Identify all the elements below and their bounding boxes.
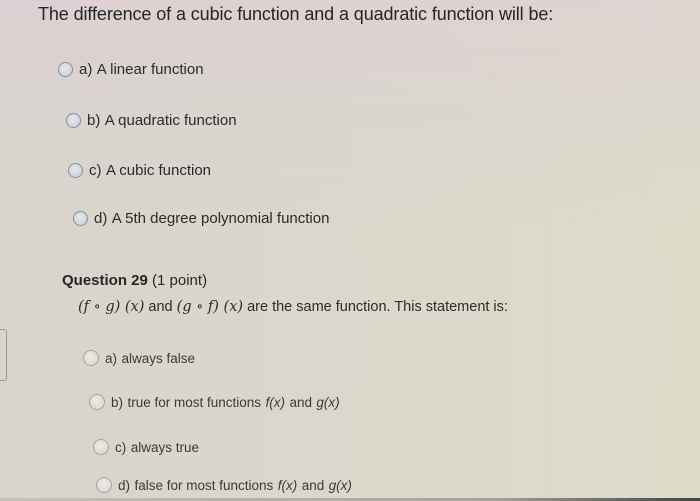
option-and: and [289,394,312,410]
option-letter: a) [105,350,118,366]
function-g-of-x: g(x) [316,394,340,410]
option-letter: b) [111,394,124,410]
option-text: always true [130,439,199,455]
question-number: Question 29 [62,272,148,289]
option-letter: b) [87,111,101,129]
prompt-text: are the same function. This statement is… [247,299,508,315]
option-text: A cubic function [105,161,212,179]
q28-option-a[interactable]: a) A linear function [58,60,204,78]
radio-button-icon[interactable] [96,477,112,493]
option-letter: c) [89,161,102,179]
option-letter: d) [94,209,108,227]
radio-button-icon[interactable] [66,112,81,128]
math-expression-g-compose-f: (g ∘ f) (x) [176,299,244,315]
q28-option-c[interactable]: c) A cubic function [68,161,211,179]
option-text: A quadratic function [104,111,237,129]
radio-button-icon[interactable] [73,210,88,226]
q29-option-a[interactable]: a) always false [83,349,195,367]
question-29-prompt: (f ∘ g) (x) and (g ∘ f) (x) are the same… [78,299,508,315]
option-text: always false [121,350,196,366]
option-text: false for most functions [134,477,274,493]
option-letter: c) [115,439,127,455]
option-and: and [301,477,325,493]
q29-option-c[interactable]: c) always true [93,438,199,456]
math-expression-f-compose-g: (f ∘ g) (x) [78,299,145,315]
partial-box-edge [0,329,7,381]
option-letter: a) [79,60,93,78]
q28-option-d[interactable]: d) A 5th degree polynomial function [73,209,329,227]
radio-button-icon[interactable] [83,350,99,366]
option-letter: d) [118,477,131,493]
q28-option-b[interactable]: b) A quadratic function [66,111,237,129]
prompt-connector: and [148,299,173,315]
option-text: true for most functions [127,394,262,410]
option-text: A 5th degree polynomial function [111,209,330,227]
q29-option-d[interactable]: d) false for most functions f(x) and g(x… [96,476,352,494]
radio-button-icon[interactable] [58,61,73,77]
radio-button-icon[interactable] [68,162,83,178]
function-f-of-x: f(x) [277,477,298,493]
q29-option-b[interactable]: b) true for most functions f(x) and g(x) [89,393,340,411]
question-29-header: Question 29 (1 point) [62,272,207,289]
function-g-of-x: g(x) [328,477,352,493]
question-28-prompt: The difference of a cubic function and a… [38,4,554,24]
radio-button-icon[interactable] [93,439,109,455]
option-text: A linear function [96,60,204,78]
question-points: (1 point) [152,272,208,289]
radio-button-icon[interactable] [89,394,105,410]
function-f-of-x: f(x) [265,394,285,410]
